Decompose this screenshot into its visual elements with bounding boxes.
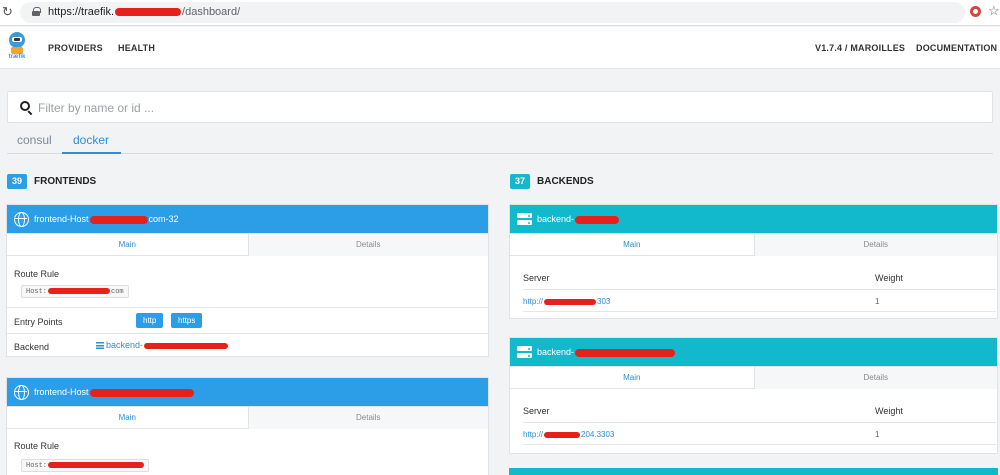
nav-health[interactable]: HEALTH <box>118 43 155 53</box>
tab-main[interactable]: Main <box>7 234 248 256</box>
server-column-header: Server <box>523 406 550 416</box>
backend-card: backend- Main Details Server Weight http… <box>509 204 998 319</box>
tab-details[interactable]: Details <box>753 234 997 256</box>
redaction-mark <box>89 388 194 397</box>
backend-card-header: backend- <box>510 205 997 233</box>
tab-details[interactable]: Details <box>753 367 997 389</box>
backend-label: Backend <box>14 342 50 352</box>
backend-name: backend- <box>537 214 620 224</box>
filter-box <box>7 91 993 123</box>
reload-icon[interactable]: ↻ <box>2 4 13 20</box>
app-navbar: træfik PROVIDERS HEALTH V1.7.4 / MAROILL… <box>0 27 1000 69</box>
redaction-mark <box>115 8 182 17</box>
frontend-card-header: frontend-Host com-32 <box>7 205 488 233</box>
server-column-header: Server <box>523 273 550 283</box>
entry-point-badge-http[interactable]: http <box>136 313 164 328</box>
frontend-card-header: frontend-Host <box>7 378 488 406</box>
frontend-name: frontend-Host com-32 <box>34 214 179 224</box>
logo-text: træfik <box>8 54 26 60</box>
tab-main[interactable]: Main <box>510 367 754 389</box>
redaction-mark <box>575 215 620 224</box>
frontend-card-tabs: Main Details <box>7 406 488 429</box>
route-rule-value: Host: com <box>21 285 129 298</box>
nav-documentation[interactable]: DOCUMENTATION <box>916 43 997 53</box>
globe-icon <box>14 212 29 227</box>
frontend-card-tabs: Main Details <box>7 233 488 256</box>
redaction-mark <box>575 348 676 357</box>
frontend-name: frontend-Host <box>34 387 194 397</box>
search-icon <box>20 101 30 111</box>
route-rule-label: Route Rule <box>14 269 60 279</box>
frontends-count-badge: 39 <box>7 174 28 189</box>
tab-main[interactable]: Main <box>7 407 248 429</box>
redaction-mark <box>48 288 111 295</box>
server-icon <box>517 346 532 359</box>
route-rule-value: Host: <box>21 459 150 472</box>
frontend-card: frontend-Host com-32 Main Details Route R… <box>6 204 489 357</box>
server-icon <box>517 213 532 226</box>
frontend-card: frontend-Host Main Details Route Rule Ho… <box>6 377 489 475</box>
backend-card-tabs: Main Details <box>510 233 997 256</box>
extension-icon[interactable] <box>970 6 981 17</box>
backends-count-badge: 37 <box>510 174 531 189</box>
provider-tab-docker[interactable]: docker <box>73 133 109 147</box>
tab-main[interactable]: Main <box>510 234 754 256</box>
redaction-mark <box>89 215 148 224</box>
backend-card: backend- Main Details Server Weight http… <box>509 337 998 454</box>
backend-card-header: backend- <box>510 338 997 366</box>
server-url-link[interactable]: http://204.3303 <box>523 430 614 439</box>
redaction-mark <box>144 342 229 349</box>
traefik-logo[interactable]: træfik <box>7 32 27 62</box>
tab-details[interactable]: Details <box>247 234 488 256</box>
redaction-mark <box>48 462 145 469</box>
frontends-title: FRONTENDS <box>34 176 97 187</box>
redaction-mark <box>544 298 597 305</box>
server-url-link[interactable]: http://303 <box>523 297 610 306</box>
browser-toolbar: ↻ https://traefik./dashboard/ ☆ <box>0 0 1000 26</box>
backend-link[interactable]: backend- <box>96 340 229 350</box>
weight-column-header: Weight <box>875 273 903 283</box>
redaction-mark <box>544 431 581 438</box>
url-text: https://traefik./dashboard/ <box>48 6 241 18</box>
server-weight: 1 <box>875 430 880 439</box>
tabs-divider <box>7 153 993 154</box>
star-icon[interactable]: ☆ <box>988 3 1000 19</box>
backend-card-header <box>509 468 998 475</box>
nav-providers[interactable]: PROVIDERS <box>48 43 103 53</box>
backends-title: BACKENDS <box>537 176 594 187</box>
list-icon <box>96 342 104 349</box>
tab-details[interactable]: Details <box>247 407 488 429</box>
weight-column-header: Weight <box>875 406 903 416</box>
lock-icon <box>32 7 41 16</box>
globe-icon <box>14 385 29 400</box>
active-tab-indicator <box>62 152 121 154</box>
address-bar[interactable]: https://traefik./dashboard/ <box>20 2 965 23</box>
entry-points-label: Entry Points <box>14 317 63 327</box>
server-weight: 1 <box>875 297 880 306</box>
filter-input[interactable] <box>38 99 938 117</box>
nav-version[interactable]: V1.7.4 / MAROILLES <box>815 43 905 53</box>
provider-tab-consul[interactable]: consul <box>17 133 52 147</box>
backend-name: backend- <box>537 347 676 357</box>
backend-card-tabs: Main Details <box>510 366 997 389</box>
logo-gopher-icon <box>9 32 25 48</box>
backend-card <box>509 468 998 475</box>
route-rule-label: Route Rule <box>14 441 60 451</box>
entry-point-badge-https[interactable]: https <box>171 313 203 328</box>
